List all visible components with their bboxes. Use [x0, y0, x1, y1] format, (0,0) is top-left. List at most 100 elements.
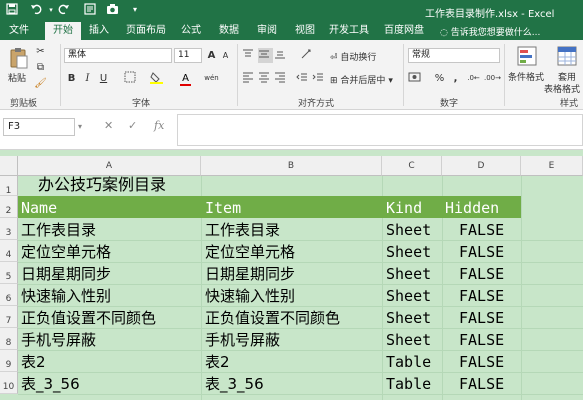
table-cell[interactable]: 定位空单元格	[21, 241, 111, 263]
align-bottom-icon[interactable]	[274, 48, 289, 63]
tab-review[interactable]: 审阅	[252, 22, 282, 40]
table-cell[interactable]: FALSE	[459, 351, 504, 373]
table-cell[interactable]: Sheet	[386, 285, 431, 307]
merge-center-button[interactable]: ⊞ 合并后居中 ▾	[330, 73, 393, 86]
row-header[interactable]: 5	[0, 262, 18, 284]
underline-button[interactable]: U	[96, 71, 111, 86]
save-icon[interactable]	[6, 3, 20, 17]
align-top-icon[interactable]	[242, 48, 257, 63]
table-cell[interactable]: FALSE	[459, 285, 504, 307]
name-box[interactable]: F3	[3, 118, 75, 136]
table-cell[interactable]: 表_3_56	[205, 373, 264, 395]
header-cell-name[interactable]: Name	[21, 197, 57, 219]
wrap-text-button[interactable]: ⏎ 自动换行	[330, 50, 376, 63]
shrink-font-button[interactable]: A	[218, 48, 233, 63]
tab-view[interactable]: 视图	[290, 22, 320, 40]
bold-button[interactable]: B	[64, 71, 79, 86]
row-header[interactable]: 3	[0, 218, 18, 240]
table-cell[interactable]: Sheet	[386, 241, 431, 263]
tab-home[interactable]: 开始	[45, 22, 81, 40]
formula-input[interactable]	[177, 114, 583, 146]
font-size-select[interactable]: 11	[174, 48, 202, 63]
increase-indent-icon[interactable]	[312, 71, 327, 86]
table-cell[interactable]: 表2	[21, 351, 46, 373]
header-cell-item[interactable]: Item	[205, 197, 241, 219]
enter-icon[interactable]: ✓	[128, 119, 137, 132]
column-header-e[interactable]: E	[521, 156, 583, 176]
table-cell[interactable]: 工作表目录	[21, 219, 96, 241]
decrease-decimal-icon[interactable]: .00→	[484, 71, 501, 86]
sheet-title[interactable]: 办公技巧案例目录	[38, 174, 166, 196]
table-cell[interactable]: FALSE	[459, 329, 504, 351]
table-cell[interactable]: Sheet	[386, 263, 431, 285]
row-header[interactable]: 4	[0, 240, 18, 262]
row-header[interactable]: 1	[0, 176, 18, 196]
percent-style-button[interactable]: %	[432, 71, 447, 86]
table-cell[interactable]: 定位空单元格	[205, 241, 295, 263]
font-name-select[interactable]: 黑体	[64, 48, 172, 63]
format-painter-icon[interactable]: 🖌	[33, 76, 48, 91]
format-as-table-icon[interactable]	[556, 45, 578, 67]
camera-icon[interactable]	[106, 3, 120, 17]
column-header-c[interactable]: C	[382, 156, 442, 176]
select-all-corner[interactable]	[0, 156, 18, 176]
table-cell[interactable]: FALSE	[459, 307, 504, 329]
table-cell[interactable]: 快速输入性别	[21, 285, 111, 307]
conditional-formatting-icon[interactable]	[516, 45, 538, 67]
format-as-table-label-2[interactable]: 表格格式	[544, 82, 580, 95]
table-cell[interactable]: Sheet	[386, 329, 431, 351]
table-cell[interactable]: 手机号屏蔽	[21, 329, 96, 351]
table-cell[interactable]: 工作表目录	[205, 219, 280, 241]
grow-font-button[interactable]: A	[204, 48, 219, 63]
column-header-d[interactable]: D	[442, 156, 521, 176]
table-cell[interactable]: 日期星期同步	[205, 263, 295, 285]
table-cell[interactable]: 表_3_56	[21, 373, 80, 395]
print-preview-icon[interactable]	[84, 3, 98, 17]
row-header[interactable]: 2	[0, 196, 18, 218]
row-header[interactable]: 8	[0, 328, 18, 350]
table-cell[interactable]: FALSE	[459, 241, 504, 263]
fill-color-icon[interactable]	[150, 71, 165, 86]
column-header-b[interactable]: B	[201, 156, 382, 176]
tab-file[interactable]: 文件	[4, 22, 34, 40]
tab-formulas[interactable]: 公式	[176, 22, 206, 40]
tab-insert[interactable]: 插入	[84, 22, 114, 40]
borders-icon[interactable]	[124, 71, 139, 86]
table-cell[interactable]: Table	[386, 373, 431, 395]
name-box-dropdown-icon[interactable]: ▾	[78, 122, 82, 131]
column-header-a[interactable]: A	[18, 156, 201, 176]
undo-icon[interactable]	[30, 3, 44, 17]
table-cell[interactable]: Sheet	[386, 219, 431, 241]
row-header[interactable]: 7	[0, 306, 18, 328]
tell-me-box[interactable]: ◌ 告诉我您想要做什么...	[440, 25, 540, 38]
comma-style-button[interactable]: ,	[448, 71, 463, 86]
tab-baidu-netdisk[interactable]: 百度网盘	[382, 22, 426, 40]
customize-icon[interactable]: ▾	[128, 3, 142, 17]
table-cell[interactable]: 日期星期同步	[21, 263, 111, 285]
redo-icon[interactable]	[58, 3, 72, 17]
copy-icon[interactable]: ⧉	[33, 60, 48, 75]
increase-decimal-icon[interactable]: .0←	[466, 71, 481, 86]
row-header[interactable]: 6	[0, 284, 18, 306]
table-cell[interactable]: FALSE	[459, 219, 504, 241]
align-right-icon[interactable]	[274, 71, 289, 86]
table-cell[interactable]: FALSE	[459, 373, 504, 395]
paste-icon[interactable]	[8, 46, 30, 69]
insert-function-icon[interactable]: fx	[154, 119, 164, 132]
decrease-indent-icon[interactable]	[296, 71, 311, 86]
table-cell[interactable]: 正负值设置不同颜色	[205, 307, 340, 329]
table-cell[interactable]: FALSE	[459, 263, 504, 285]
tab-data[interactable]: 数据	[214, 22, 244, 40]
conditional-formatting-label[interactable]: 条件格式	[508, 70, 544, 83]
table-cell[interactable]: 手机号屏蔽	[205, 329, 280, 351]
header-cell-hidden[interactable]: Hidden	[445, 197, 499, 219]
font-color-button[interactable]: A	[178, 71, 193, 86]
orientation-icon[interactable]	[300, 48, 315, 63]
phonetic-button[interactable]: wén	[204, 71, 219, 86]
header-cell-kind[interactable]: Kind	[386, 197, 422, 219]
table-cell[interactable]: 快速输入性别	[205, 285, 295, 307]
align-left-icon[interactable]	[242, 71, 257, 86]
accounting-format-icon[interactable]	[408, 71, 423, 86]
cut-icon[interactable]: ✂	[33, 44, 48, 59]
tab-page-layout[interactable]: 页面布局	[124, 22, 168, 40]
